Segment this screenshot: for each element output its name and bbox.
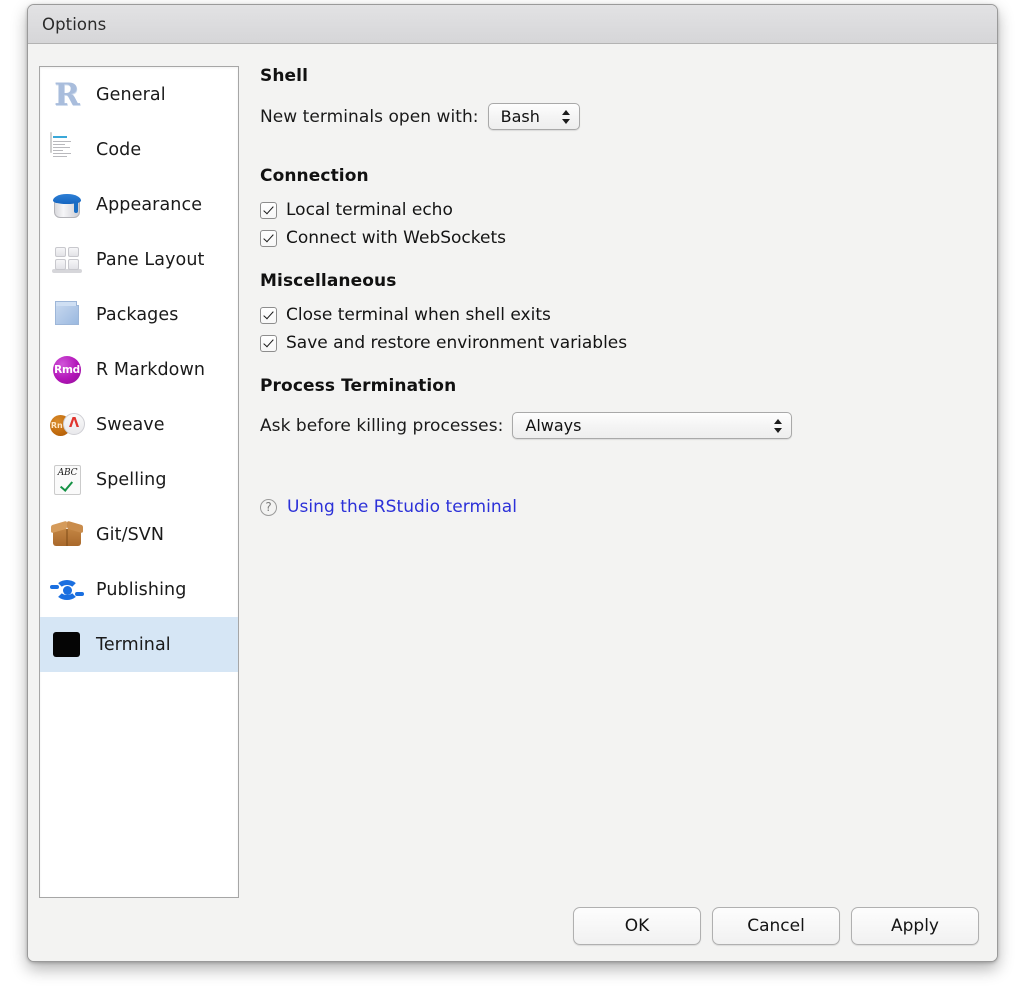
- sidebar-item-sweave[interactable]: Rnw Λ Sweave: [40, 397, 238, 452]
- sidebar-item-label: Pane Layout: [96, 249, 205, 270]
- dialog-footer: OK Cancel Apply: [573, 907, 979, 945]
- chevron-updown-icon: [774, 417, 783, 435]
- chevron-updown-icon: [561, 108, 571, 126]
- spellcheck-icon: ABC: [50, 463, 84, 497]
- question-mark-icon: ?: [260, 498, 277, 516]
- sidebar-item-label: Packages: [96, 304, 179, 325]
- ask-before-killing-select[interactable]: Always: [512, 412, 793, 439]
- connect-websockets-row[interactable]: Connect with WebSockets: [260, 228, 983, 248]
- sidebar-item-label: Git/SVN: [96, 524, 165, 545]
- sidebar-item-appearance[interactable]: Appearance: [40, 177, 238, 232]
- terminal-options-panel: Shell New terminals open with: Bash Conn…: [260, 66, 983, 517]
- connection-section-heading: Connection: [260, 166, 369, 186]
- sidebar-item-general[interactable]: R General: [40, 67, 238, 122]
- save-restore-env-label: Save and restore environment variables: [286, 333, 628, 353]
- sidebar-item-r-markdown[interactable]: Rmd R Markdown: [40, 342, 238, 397]
- publish-ring-icon: [50, 573, 84, 607]
- dialog-body: R General Code Appearance Pane Layout Pa…: [28, 44, 997, 961]
- miscellaneous-section-heading: Miscellaneous: [260, 271, 397, 291]
- using-rstudio-terminal-link[interactable]: Using the RStudio terminal: [287, 497, 517, 517]
- carton-box-icon: [50, 518, 84, 552]
- close-terminal-row[interactable]: Close terminal when shell exits: [260, 305, 983, 325]
- local-terminal-echo-label: Local terminal echo: [286, 200, 453, 220]
- shell-select[interactable]: Bash: [487, 103, 580, 130]
- ask-before-killing-value: Always: [525, 416, 582, 435]
- close-terminal-label: Close terminal when shell exits: [286, 305, 551, 325]
- apply-button[interactable]: Apply: [851, 907, 979, 945]
- sidebar-item-label: Sweave: [96, 414, 165, 435]
- pane-grid-icon: [50, 243, 84, 277]
- cancel-button[interactable]: Cancel: [712, 907, 840, 945]
- sidebar-item-label: General: [96, 84, 166, 105]
- r-logo-icon: R: [54, 76, 80, 113]
- connect-websockets-checkbox[interactable]: [260, 229, 277, 247]
- help-link-row[interactable]: ? Using the RStudio terminal: [260, 497, 983, 517]
- code-document-icon: [50, 131, 84, 167]
- dialog-titlebar: Options: [28, 5, 997, 44]
- ask-before-killing-row: Ask before killing processes: Always: [260, 412, 983, 439]
- new-terminals-label: New terminals open with:: [260, 106, 479, 127]
- sweave-rnw-pdf-icon: Rnw Λ: [50, 408, 85, 442]
- ok-button[interactable]: OK: [573, 907, 701, 945]
- sidebar-item-git-svn[interactable]: Git/SVN: [40, 507, 238, 562]
- sidebar-item-label: R Markdown: [96, 359, 206, 380]
- local-terminal-echo-row[interactable]: Local terminal echo: [260, 200, 983, 220]
- sidebar-item-label: Appearance: [96, 194, 203, 215]
- sidebar-item-spelling[interactable]: ABC Spelling: [40, 452, 238, 507]
- options-category-list[interactable]: R General Code Appearance Pane Layout Pa…: [39, 66, 239, 898]
- connect-websockets-label: Connect with WebSockets: [286, 228, 506, 248]
- sidebar-item-label: Publishing: [96, 579, 187, 600]
- dialog-title: Options: [42, 15, 107, 34]
- process-termination-section-heading: Process Termination: [260, 376, 457, 396]
- shell-select-value: Bash: [500, 107, 540, 126]
- sidebar-item-terminal[interactable]: Terminal: [40, 617, 238, 672]
- package-box-icon: [50, 298, 84, 332]
- sidebar-item-code[interactable]: Code: [40, 122, 238, 177]
- ask-before-killing-label: Ask before killing processes:: [260, 415, 504, 436]
- shell-section-heading: Shell: [260, 66, 309, 86]
- options-dialog-window: Options R General Code Appearance Pane L…: [27, 4, 998, 962]
- sidebar-item-label: Terminal: [96, 634, 171, 655]
- sidebar-item-publishing[interactable]: Publishing: [40, 562, 238, 617]
- sidebar-item-packages[interactable]: Packages: [40, 287, 238, 342]
- save-restore-env-checkbox[interactable]: [260, 334, 277, 352]
- sidebar-item-pane-layout[interactable]: Pane Layout: [40, 232, 238, 287]
- sidebar-item-label: Spelling: [96, 469, 167, 490]
- terminal-square-icon: [50, 628, 84, 662]
- paint-can-icon: [50, 188, 84, 222]
- save-restore-env-row[interactable]: Save and restore environment variables: [260, 333, 983, 353]
- close-terminal-checkbox[interactable]: [260, 306, 277, 324]
- new-terminals-row: New terminals open with: Bash: [260, 103, 983, 130]
- local-terminal-echo-checkbox[interactable]: [260, 201, 277, 219]
- sidebar-item-label: Code: [96, 139, 142, 160]
- rmd-badge-icon: Rmd: [50, 353, 84, 387]
